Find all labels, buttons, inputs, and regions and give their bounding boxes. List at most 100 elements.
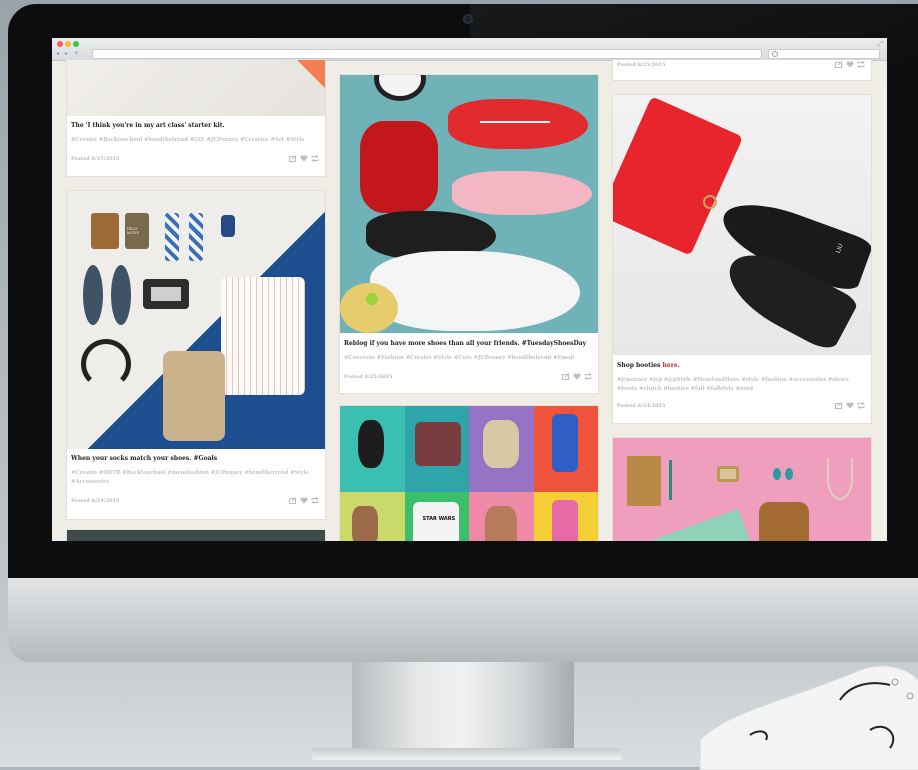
sneaker-decoration	[699, 665, 918, 770]
shirt-prop	[221, 277, 305, 395]
necklace-prop	[827, 458, 853, 500]
post-date: Posted 8/24/2015	[71, 498, 120, 504]
reblog-icon[interactable]	[584, 373, 592, 380]
watch-prop	[717, 466, 739, 482]
search-input[interactable]	[768, 49, 880, 59]
close-window-button[interactable]	[57, 41, 63, 47]
post-actions	[835, 61, 865, 68]
heart-icon[interactable]	[300, 497, 308, 504]
post-image[interactable]	[613, 438, 871, 541]
share-icon[interactable]	[289, 155, 297, 162]
shoe-prop	[111, 265, 131, 325]
laces	[480, 121, 550, 123]
post-card: FIELD NOTES When your socks match your s…	[67, 191, 325, 519]
post-caption: Reblog if you have more shoes than all y…	[344, 340, 587, 347]
sneaker-white	[370, 251, 580, 331]
heart-icon[interactable]	[300, 155, 308, 162]
brown-bag	[759, 502, 809, 541]
notebook-prop: FIELD NOTES	[125, 213, 149, 249]
socks-prop	[189, 213, 203, 261]
wallet-prop	[91, 213, 119, 249]
post-image[interactable]: FIELD NOTES	[67, 191, 325, 449]
tile-backpack-pink	[469, 492, 534, 541]
green-ball	[366, 293, 378, 305]
tile-watch-pink	[533, 492, 598, 541]
caption-period: .	[677, 362, 680, 369]
reblog-icon[interactable]	[311, 155, 319, 162]
share-icon[interactable]	[835, 402, 843, 409]
maximize-window-button[interactable]	[73, 41, 79, 47]
post-image[interactable]	[67, 60, 325, 116]
post-image[interactable]: STAR WARS	[340, 406, 598, 541]
shoe-prop	[83, 265, 103, 325]
post-tags[interactable]: #Creatrs #Backtoschool #bendthetrend #GI…	[71, 136, 321, 145]
post-card: Posted 8/25/2015	[613, 60, 871, 80]
post-actions	[562, 373, 592, 380]
monitor-stand-base	[312, 748, 622, 760]
heart-icon[interactable]	[573, 373, 581, 380]
post-caption: The 'I think you're in my art class' sta…	[71, 122, 225, 129]
post-image[interactable]	[340, 75, 598, 333]
headphones-prop	[81, 339, 131, 389]
post-card: The 'I think you're in my art class' sta…	[67, 60, 325, 176]
monitor-screen: ◂ ▸ + ⤢ The 'I think you're in my art cl…	[52, 38, 887, 541]
notebook-prop	[627, 456, 661, 506]
share-icon[interactable]	[835, 61, 843, 68]
heart-icon[interactable]	[846, 402, 854, 409]
blog-feed: The 'I think you're in my art class' sta…	[52, 60, 887, 541]
earrings-prop	[785, 468, 793, 480]
yellow-shape	[340, 283, 398, 333]
sneaker-red	[448, 99, 588, 149]
heart-icon[interactable]	[846, 61, 854, 68]
tile-watch	[533, 406, 598, 492]
reblog-icon[interactable]	[311, 497, 319, 504]
red-clutch	[613, 96, 744, 256]
mint-paper	[653, 508, 763, 541]
post-image[interactable]: LIU	[613, 95, 871, 355]
tile-backpack	[469, 406, 534, 492]
shop-here-link[interactable]: here	[663, 362, 678, 369]
clutch-clasp	[703, 195, 717, 209]
post-actions	[289, 155, 319, 162]
address-bar[interactable]	[92, 49, 762, 59]
post-tags[interactable]: #Creatrs #OOTD #Backtoschool #mensfashio…	[71, 469, 321, 487]
post-tags[interactable]: #Converse #Fashion #Creatrs #Style #Cute…	[344, 354, 594, 363]
caption-text: Shop booties	[617, 362, 663, 369]
post-date: Posted 8/25/2015	[617, 62, 666, 68]
minimize-window-button[interactable]	[65, 41, 71, 47]
share-icon[interactable]	[289, 497, 297, 504]
post-date: Posted 8/24/2015	[617, 403, 666, 409]
reblog-icon[interactable]	[857, 61, 865, 68]
post-actions	[289, 497, 319, 504]
pants-prop	[163, 351, 225, 441]
share-icon[interactable]	[562, 373, 570, 380]
post-caption: When your socks match your shoes. #Goals	[71, 455, 218, 462]
post-card	[613, 438, 871, 541]
starwars-label: STAR WARS	[422, 516, 456, 522]
tile-starwars-shirt: STAR WARS	[404, 492, 469, 541]
camera-icon	[463, 14, 473, 24]
browser-toolbar: ◂ ▸ + ⤢	[52, 38, 887, 61]
pen-prop	[669, 460, 672, 500]
monitor-stand	[352, 662, 574, 752]
nav-buttons[interactable]: ◂ ▸ +	[56, 50, 81, 57]
sneaker-pink	[452, 171, 592, 215]
post-date: Posted 8/25/2015	[344, 374, 393, 380]
backpack-red	[360, 121, 438, 213]
post-card: LIU Shop booties here. #jcpenney #jcp #j…	[613, 95, 871, 423]
search-icon	[772, 51, 778, 57]
reblog-icon[interactable]	[857, 402, 865, 409]
socks-prop	[165, 213, 179, 261]
post-card: Reblog if you have more shoes than all y…	[340, 75, 598, 393]
tile-bootie	[340, 492, 405, 541]
fullscreen-icon[interactable]: ⤢	[877, 40, 883, 49]
post-actions	[835, 402, 865, 409]
tile-tshirt	[404, 406, 469, 492]
notebook-label: FIELD NOTES	[127, 227, 139, 235]
post-card: STAR WARS	[340, 406, 598, 541]
post-date: Posted 8/25/2015	[71, 156, 120, 162]
post-card	[67, 530, 325, 541]
post-tags[interactable]: #jcpenney #jcp #jcpStyle #HeartandHave #…	[617, 376, 869, 394]
earrings-prop	[773, 468, 781, 480]
camera-prop	[143, 279, 189, 309]
